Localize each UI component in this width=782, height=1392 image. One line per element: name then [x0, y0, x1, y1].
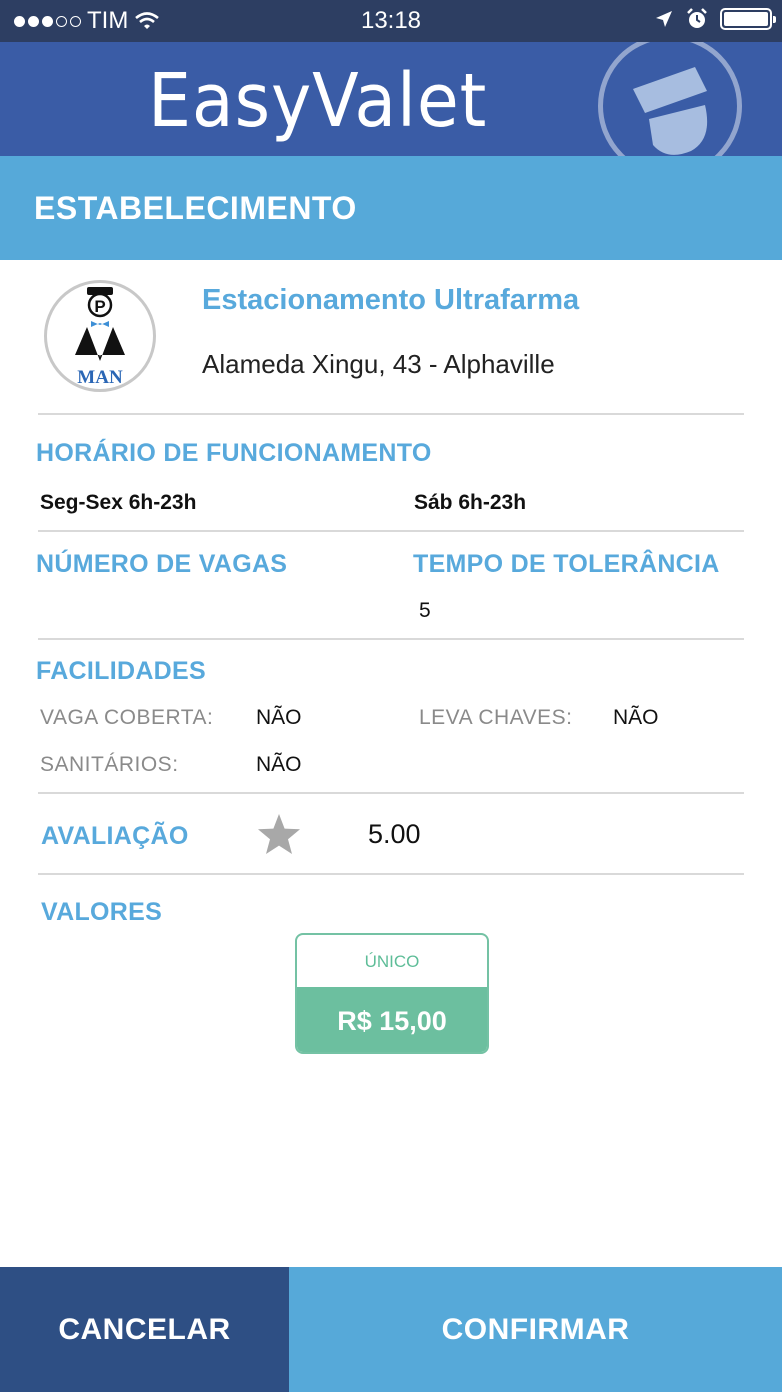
valet-profile-button[interactable] [598, 42, 742, 156]
confirm-button[interactable]: CONFIRMAR [289, 1267, 782, 1392]
facility-label: SANITÁRIOS: [40, 753, 179, 776]
app-header: EasyValet [0, 42, 782, 156]
hours-weekdays: Seg-Sex 6h-23h [40, 491, 197, 514]
logo-badge-letter: P [94, 297, 105, 316]
status-bar: TIM 13:18 [0, 0, 782, 42]
valet-man-logo-icon: P MAN [75, 287, 125, 388]
battery-icon [720, 8, 776, 30]
rating-value: 5.00 [368, 819, 421, 849]
hours-title: HORÁRIO DE FUNCIONAMENTO [36, 439, 432, 467]
facility-label: VAGA COBERTA: [40, 706, 214, 729]
logo-text: MAN [77, 367, 123, 388]
tolerance-value: 5 [419, 599, 431, 622]
star-icon [258, 814, 300, 854]
establishment-address: Alameda Xingu, 43 - Alphaville [202, 349, 555, 379]
section-header: ESTABELECIMENTO [0, 156, 782, 260]
rating-title: AVALIAÇÃO [41, 822, 189, 850]
price-value: R$ 15,00 [297, 987, 487, 1052]
location-arrow-icon [656, 11, 672, 27]
app-logo: EasyValet [148, 58, 488, 144]
price-card[interactable]: ÚNICO R$ 15,00 [295, 933, 489, 1054]
facility-value: NÃO [256, 706, 302, 729]
hours-saturday: Sáb 6h-23h [414, 491, 527, 514]
tolerance-title: TEMPO DE TOLERÂNCIA [413, 550, 720, 578]
divider [38, 873, 744, 875]
status-icons [654, 8, 776, 30]
valet-hat-icon [633, 67, 708, 155]
facility-value: NÃO [613, 706, 659, 729]
section-title: ESTABELECIMENTO [34, 190, 357, 226]
establishment-name: Estacionamento Ultrafarma [202, 284, 580, 316]
establishment-logo: P MAN [44, 280, 156, 392]
divider [38, 530, 744, 532]
cancel-button[interactable]: CANCELAR [0, 1267, 289, 1392]
facility-label: LEVA CHAVES: [419, 706, 573, 729]
prices-title: VALORES [41, 898, 163, 926]
price-type: ÚNICO [364, 952, 420, 971]
divider [38, 638, 744, 640]
spots-title: NÚMERO DE VAGAS [36, 550, 288, 578]
facilities-title: FACILIDADES [36, 657, 206, 685]
facility-value: NÃO [256, 753, 302, 776]
divider [38, 413, 744, 415]
alarm-icon [687, 8, 707, 28]
divider [38, 792, 744, 794]
